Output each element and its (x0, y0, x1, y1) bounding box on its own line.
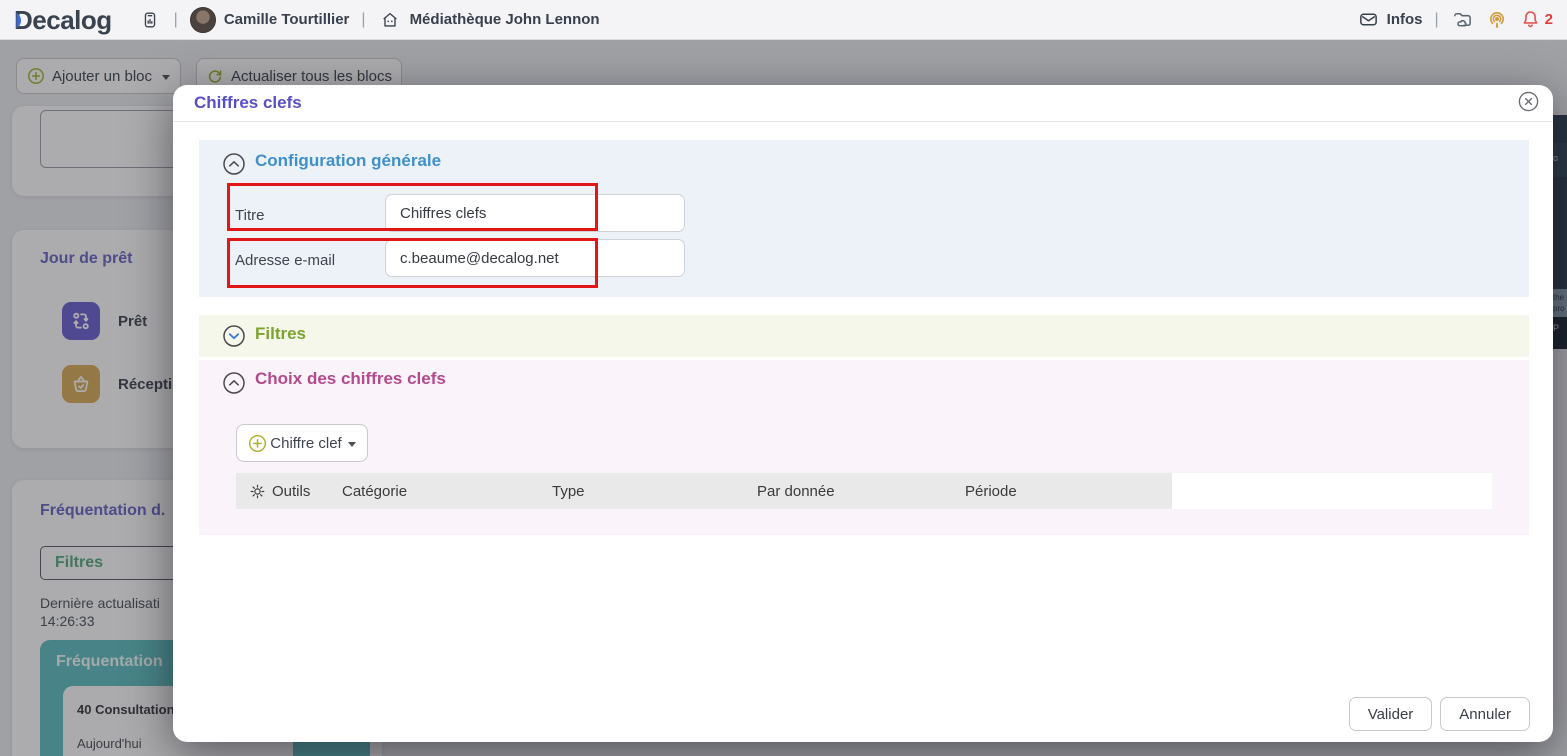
infos-label[interactable]: Infos (1387, 11, 1423, 28)
email-field[interactable] (385, 239, 685, 277)
add-key-figure-button[interactable]: Chiffre clef (236, 424, 368, 462)
section-title[interactable]: Choix des chiffres clefs (255, 369, 446, 389)
field-label: Titre (235, 207, 265, 224)
dashboard-device-icon[interactable] (138, 8, 162, 32)
notification-count-badge[interactable]: 2 (1545, 11, 1553, 28)
folder-cloud-icon[interactable] (1451, 8, 1475, 32)
library-name[interactable]: Médiathèque John Lennon (410, 11, 600, 28)
add-key-figure-label: Chiffre clef (270, 434, 342, 452)
column-header-period[interactable]: Période (965, 473, 1172, 509)
column-header-type[interactable]: Type (552, 473, 757, 509)
section-title[interactable]: Filtres (255, 324, 306, 344)
cancel-button[interactable]: Annuler (1440, 697, 1530, 731)
chevron-up-circle-icon[interactable] (222, 371, 246, 395)
decalog-logo[interactable]: Decalog (14, 7, 112, 33)
logo-text: Decalog (14, 4, 112, 35)
section-title[interactable]: Configuration générale (255, 151, 441, 171)
field-label: Adresse e-mail (235, 252, 336, 269)
divider: | (1434, 10, 1439, 28)
logo-flame-icon (16, 12, 21, 28)
table-empty-area (1172, 473, 1492, 509)
podcast-icon[interactable] (1485, 8, 1509, 32)
topbar: Decalog | Camille Tourtillier | Médiathè… (0, 0, 1567, 40)
section-general-config: Configuration générale Titre Adresse e-m… (199, 140, 1529, 297)
bell-icon[interactable] (1519, 8, 1543, 32)
chevron-up-circle-icon[interactable] (222, 152, 246, 176)
section-key-figures-choice: Choix des chiffres clefs Chiffre clef Ou… (199, 360, 1529, 535)
key-figures-table: Outils Catégorie Type Par donnée Période (236, 473, 1492, 509)
library-building-icon (378, 8, 402, 32)
modal-title: Chiffres clefs (194, 93, 302, 112)
divider: | (173, 10, 178, 28)
close-icon[interactable] (1515, 88, 1541, 114)
user-name[interactable]: Camille Tourtillier (224, 11, 350, 28)
user-avatar[interactable] (189, 6, 216, 33)
section-filters: Filtres (199, 315, 1529, 357)
title-field[interactable] (385, 194, 685, 232)
gear-icon (250, 484, 265, 498)
divider (173, 121, 1553, 122)
modal-footer: Valider Annuler (1348, 697, 1530, 731)
column-header-per-data[interactable]: Par donnée (757, 473, 965, 509)
column-header-tools[interactable]: Outils (236, 473, 342, 509)
table-header-row: Outils Catégorie Type Par donnée Période (236, 473, 1172, 509)
column-header-category[interactable]: Catégorie (342, 473, 552, 509)
caret-down-icon (347, 441, 356, 447)
key-figures-modal: Chiffres clefs Configuration générale Ti… (173, 85, 1553, 742)
mail-icon[interactable] (1357, 8, 1381, 32)
divider: | (361, 10, 366, 28)
plus-circle-icon (249, 434, 267, 452)
validate-button[interactable]: Valider (1348, 697, 1433, 731)
chevron-down-circle-icon[interactable] (222, 324, 246, 348)
